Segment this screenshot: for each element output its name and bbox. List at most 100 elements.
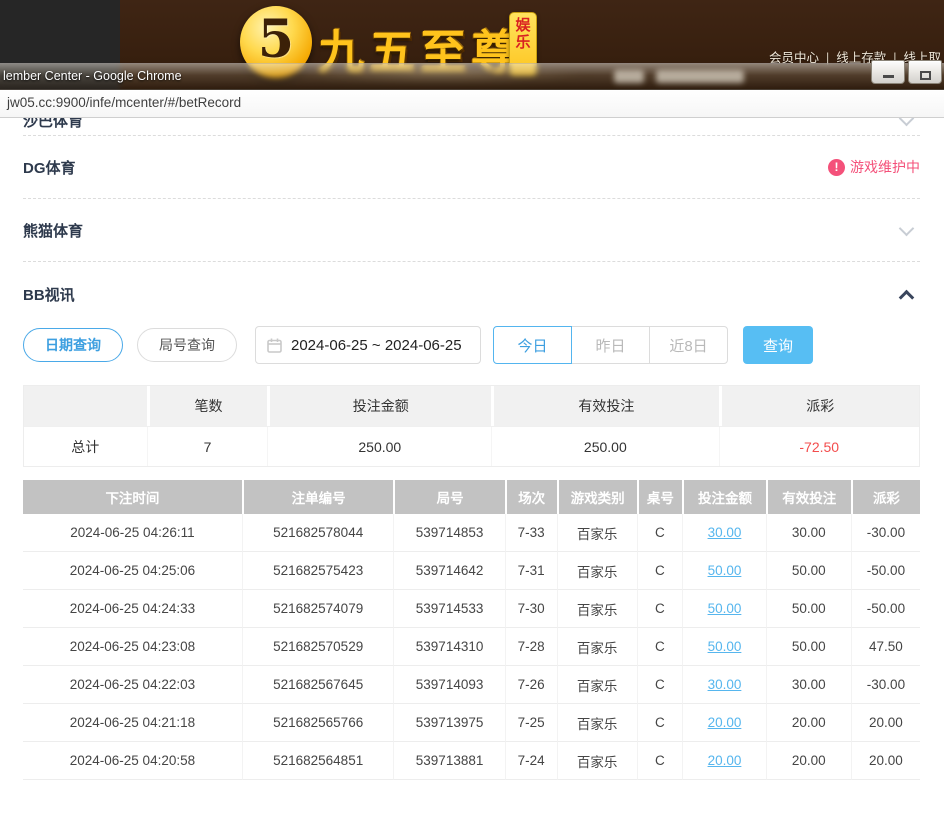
bet-cell: 7-31 xyxy=(505,552,557,590)
chevron-down-icon xyxy=(899,220,915,236)
maximize-button[interactable] xyxy=(908,60,942,84)
blurred-account-info xyxy=(614,70,744,83)
bet-header-cell: 派彩 xyxy=(851,480,920,514)
tab-round-query[interactable]: 局号查询 xyxy=(137,328,237,362)
bet-cell: 521682570529 xyxy=(242,628,394,666)
summary-bet-amount: 250.00 xyxy=(267,427,491,466)
table-row: 2024-06-25 04:23:08521682570529539714310… xyxy=(23,628,920,666)
bet-amount-cell: 50.00 xyxy=(682,590,765,628)
summary-total-row: 总计 7 250.00 250.00 -72.50 xyxy=(24,426,919,466)
bet-cell: 47.50 xyxy=(851,628,920,666)
address-url[interactable]: jw05.cc:9900/infe/mcenter/#/betRecord xyxy=(7,95,241,110)
bet-cell: 539713975 xyxy=(393,704,504,742)
bet-header-cell: 有效投注 xyxy=(766,480,851,514)
exclamation-icon: ! xyxy=(828,159,845,176)
quick-today-button[interactable]: 今日 xyxy=(493,326,572,364)
bet-cell: 2024-06-25 04:26:11 xyxy=(23,514,242,552)
bet-header-cell: 投注金额 xyxy=(682,480,765,514)
minimize-button[interactable] xyxy=(871,60,905,84)
bet-cell: 2024-06-25 04:22:03 xyxy=(23,666,242,704)
table-row: 2024-06-25 04:21:18521682565766539713975… xyxy=(23,704,920,742)
bet-cell: 50.00 xyxy=(766,628,851,666)
bet-cell: 7-26 xyxy=(505,666,557,704)
window-titlebar: lember Center - Google Chrome xyxy=(0,63,944,90)
bet-cell: C xyxy=(637,666,683,704)
date-range-input[interactable]: 2024-06-25 ~ 2024-06-25 xyxy=(255,326,481,364)
bet-cell: 2024-06-25 04:21:18 xyxy=(23,704,242,742)
bet-cell: 50.00 xyxy=(766,590,851,628)
summary-header-cell xyxy=(24,386,147,426)
bet-amount-cell: 50.00 xyxy=(682,552,765,590)
address-bar[interactable]: jw05.cc:9900/infe/mcenter/#/betRecord xyxy=(0,90,944,118)
table-row: 2024-06-25 04:22:03521682567645539714093… xyxy=(23,666,920,704)
bet-header-cell: 局号 xyxy=(393,480,504,514)
chevron-down-icon xyxy=(899,118,915,126)
minimize-icon xyxy=(883,75,894,78)
bet-cell: 百家乐 xyxy=(557,628,637,666)
table-row: 2024-06-25 04:26:11521682578044539714853… xyxy=(23,514,920,552)
bet-amount-cell: 50.00 xyxy=(682,628,765,666)
section-title: DG体育 xyxy=(23,157,76,178)
bet-cell: 百家乐 xyxy=(557,514,637,552)
section-header-panda[interactable]: 熊猫体育 xyxy=(23,199,920,261)
bet-amount-link[interactable]: 20.00 xyxy=(708,715,742,730)
section-header-bb[interactable]: BB视讯 xyxy=(23,262,920,326)
bet-cell: -50.00 xyxy=(851,552,920,590)
bet-record-page: 沙巴体育 DG体育 ! 游戏维护中 熊猫体育 BB视讯 xyxy=(0,118,944,822)
window-controls xyxy=(871,60,942,84)
maintenance-badge: ! 游戏维护中 xyxy=(828,157,920,177)
bet-cell: 百家乐 xyxy=(557,552,637,590)
bet-amount-link[interactable]: 50.00 xyxy=(708,639,742,654)
quick-yesterday-button[interactable]: 昨日 xyxy=(571,326,650,364)
bet-cell: 7-33 xyxy=(505,514,557,552)
summary-payout: -72.50 xyxy=(719,427,919,466)
section-header-dg[interactable]: DG体育 ! 游戏维护中 xyxy=(23,136,920,198)
bet-amount-link[interactable]: 50.00 xyxy=(708,601,742,616)
table-row: 2024-06-25 04:24:33521682574079539714533… xyxy=(23,590,920,628)
summary-valid-bet: 250.00 xyxy=(491,427,718,466)
bet-amount-link[interactable]: 30.00 xyxy=(708,677,742,692)
bet-cell: 2024-06-25 04:25:06 xyxy=(23,552,242,590)
bet-cell: 20.00 xyxy=(766,742,851,780)
bet-cell: 百家乐 xyxy=(557,590,637,628)
bet-header-cell: 桌号 xyxy=(637,480,683,514)
bet-cell: 百家乐 xyxy=(557,666,637,704)
bet-amount-cell: 20.00 xyxy=(682,704,765,742)
bet-cell: 539714642 xyxy=(393,552,504,590)
summary-header-cell: 派彩 xyxy=(719,386,919,426)
section-title: 熊猫体育 xyxy=(23,220,83,241)
bet-cell: 7-28 xyxy=(505,628,557,666)
tab-date-query[interactable]: 日期查询 xyxy=(23,328,123,362)
bet-cell: -30.00 xyxy=(851,514,920,552)
bet-header-cell: 注单编号 xyxy=(242,480,394,514)
bet-cell: 30.00 xyxy=(766,514,851,552)
bet-header-cell: 游戏类别 xyxy=(557,480,637,514)
summary-header-row: 笔数投注金额有效投注派彩 xyxy=(24,386,919,426)
bet-cell: 百家乐 xyxy=(557,742,637,780)
summary-count: 7 xyxy=(147,427,268,466)
bet-amount-link[interactable]: 30.00 xyxy=(708,525,742,540)
bet-amount-link[interactable]: 20.00 xyxy=(708,753,742,768)
calendar-icon xyxy=(267,338,282,353)
bet-cell: 7-25 xyxy=(505,704,557,742)
logo-number-glyph: 5 xyxy=(258,14,294,66)
query-button[interactable]: 查询 xyxy=(743,326,813,364)
bet-cell: 2024-06-25 04:20:58 xyxy=(23,742,242,780)
bet-cell: 20.00 xyxy=(851,704,920,742)
table-row: 2024-06-25 04:25:06521682575423539714642… xyxy=(23,552,920,590)
section-header-shaba[interactable]: 沙巴体育 xyxy=(23,118,920,135)
bet-cell: 539714853 xyxy=(393,514,504,552)
bet-cell: -50.00 xyxy=(851,590,920,628)
bet-cell: 20.00 xyxy=(766,704,851,742)
quick-8days-button[interactable]: 近8日 xyxy=(649,326,728,364)
bet-cell: 30.00 xyxy=(766,666,851,704)
screen: 5 九五至尊 娱 乐 会员中心|线上存款|线上取 lember Center -… xyxy=(0,0,944,822)
summary-total-label: 总计 xyxy=(24,427,147,466)
brand-badge-char: 乐 xyxy=(515,34,530,51)
window-title: lember Center - Google Chrome xyxy=(3,69,182,83)
summary-header-cell: 有效投注 xyxy=(491,386,718,426)
bet-cell: C xyxy=(637,704,683,742)
section-bb-live: BB视讯 xyxy=(23,262,920,326)
bet-cell: C xyxy=(637,590,683,628)
bet-amount-link[interactable]: 50.00 xyxy=(708,563,742,578)
